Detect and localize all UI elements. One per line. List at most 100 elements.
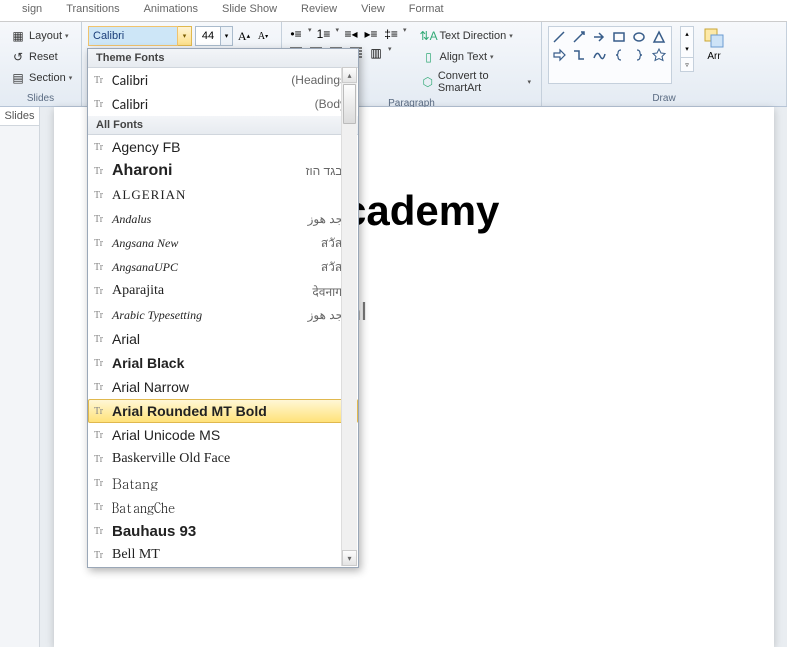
font-option-name: Arial Unicode MS bbox=[112, 427, 350, 443]
font-option-name: Angsana New bbox=[112, 236, 321, 251]
font-option[interactable]: TrArial Narrow bbox=[88, 375, 358, 399]
font-size-combo[interactable]: ▾ bbox=[195, 26, 233, 46]
text-direction-button[interactable]: ⇅A Text Direction ▾ bbox=[417, 26, 535, 46]
font-option[interactable]: TrAparajitaदेवनागरी bbox=[88, 279, 358, 303]
text-direction-label: Text Direction bbox=[440, 30, 507, 42]
scroll-down-icon[interactable]: ▾ bbox=[342, 550, 357, 566]
truetype-icon: Tr bbox=[94, 166, 112, 177]
slides-tab[interactable]: Slides bbox=[0, 107, 39, 126]
truetype-icon: Tr bbox=[94, 286, 112, 297]
font-name-dropdown-button[interactable]: ▾ bbox=[178, 26, 192, 46]
font-option-name: Arial bbox=[112, 331, 350, 347]
group-label-slides: Slides bbox=[6, 91, 75, 104]
bullets-icon[interactable]: •≡ bbox=[288, 26, 304, 42]
shape-elbow-icon[interactable] bbox=[571, 47, 587, 63]
arrange-button[interactable]: Arr bbox=[702, 26, 726, 62]
truetype-icon: Tr bbox=[94, 262, 112, 273]
shape-triangle-icon[interactable] bbox=[651, 29, 667, 45]
reset-icon: ↺ bbox=[10, 49, 26, 65]
truetype-icon: Tr bbox=[94, 478, 112, 489]
font-option[interactable]: TrAngsanaUPCสวัสดี bbox=[88, 255, 358, 279]
font-option[interactable]: TrAndalusأبجد هوز bbox=[88, 207, 358, 231]
arrange-icon bbox=[702, 26, 726, 50]
shape-rect-icon[interactable] bbox=[611, 29, 627, 45]
tab-sign[interactable]: sign bbox=[10, 0, 54, 21]
shape-oval-icon[interactable] bbox=[631, 29, 647, 45]
arrange-label: Arr bbox=[707, 51, 720, 62]
font-option[interactable]: TrAharoniאבגד הוז bbox=[88, 159, 358, 183]
gallery-up-icon[interactable]: ▴ bbox=[681, 27, 693, 41]
decrease-indent-icon[interactable]: ≡◂ bbox=[343, 26, 359, 42]
layout-label: Layout bbox=[29, 30, 62, 42]
gallery-more-icon[interactable]: ▿ bbox=[681, 57, 693, 71]
truetype-icon: Tr bbox=[94, 550, 112, 561]
reset-label: Reset bbox=[29, 51, 58, 63]
font-option[interactable]: TrBell MT bbox=[88, 543, 358, 567]
font-option-name: Arial Black bbox=[112, 355, 350, 371]
tab-slide-show[interactable]: Slide Show bbox=[210, 0, 289, 21]
shape-line-arrow-icon[interactable] bbox=[571, 29, 587, 45]
reset-button[interactable]: ↺ Reset bbox=[6, 47, 76, 67]
ribbon-tabs: signTransitionsAnimationsSlide ShowRevie… bbox=[0, 0, 787, 22]
font-option-name: Calibri bbox=[112, 96, 315, 113]
font-option[interactable]: TrArial Black bbox=[88, 351, 358, 375]
columns-icon[interactable]: ▥ bbox=[368, 45, 384, 61]
font-option[interactable]: TrArial Rounded MT Bold bbox=[88, 399, 358, 423]
shape-star-icon[interactable] bbox=[651, 47, 667, 63]
truetype-icon: Tr bbox=[94, 214, 112, 225]
numbering-icon[interactable]: 1≡ bbox=[316, 26, 332, 42]
shape-brace-icon[interactable] bbox=[611, 47, 627, 63]
tab-transitions[interactable]: Transitions bbox=[54, 0, 131, 21]
shape-line-icon[interactable] bbox=[551, 29, 567, 45]
font-option[interactable]: TrCalibri(Body) bbox=[88, 92, 358, 116]
font-option[interactable]: TrAgency FB bbox=[88, 135, 358, 159]
line-spacing-icon[interactable]: ‡≡ bbox=[383, 26, 399, 42]
font-option-name: Baskerville Old Face bbox=[112, 451, 350, 467]
font-option-name: Aharoni bbox=[112, 162, 306, 180]
grow-font-icon[interactable]: A▴ bbox=[236, 28, 252, 44]
truetype-icon: Tr bbox=[94, 190, 112, 201]
increase-indent-icon[interactable]: ▸≡ bbox=[363, 26, 379, 42]
truetype-icon: Tr bbox=[94, 406, 112, 417]
font-name-input[interactable] bbox=[88, 26, 178, 46]
font-option[interactable]: TrArial bbox=[88, 327, 358, 351]
font-option[interactable]: TrAngsana Newสวัสดี bbox=[88, 231, 358, 255]
font-option-name: Batang bbox=[112, 473, 350, 493]
font-option[interactable]: TrBatang bbox=[88, 471, 358, 495]
shape-curve-icon[interactable] bbox=[591, 47, 607, 63]
font-dropdown-scrollbar[interactable]: ▴ ▾ bbox=[341, 67, 357, 566]
font-option-name: ALGERIAN bbox=[112, 187, 350, 203]
convert-smartart-button[interactable]: ⬡ Convert to SmartArt ▾ bbox=[417, 68, 535, 96]
font-option[interactable]: TrBauhaus 93 bbox=[88, 519, 358, 543]
font-option[interactable]: TrArial Unicode MS bbox=[88, 423, 358, 447]
section-button[interactable]: ▤ Section ▾ bbox=[6, 68, 76, 88]
tab-animations[interactable]: Animations bbox=[132, 0, 210, 21]
tab-view[interactable]: View bbox=[349, 0, 397, 21]
layout-button[interactable]: ▦ Layout ▾ bbox=[6, 26, 76, 46]
truetype-icon: Tr bbox=[94, 75, 112, 86]
group-label-drawing: Draw bbox=[548, 91, 780, 104]
text-direction-icon: ⇅A bbox=[421, 28, 437, 44]
font-name-combo[interactable]: ▾ bbox=[88, 26, 192, 46]
font-option[interactable]: TrArabic Typesettingأبجد هوز bbox=[88, 303, 358, 327]
font-option-name: Arabic Typesetting bbox=[112, 308, 308, 323]
font-size-dropdown-button[interactable]: ▾ bbox=[221, 26, 233, 46]
align-text-button[interactable]: ▯ Align Text ▾ bbox=[417, 47, 535, 67]
scroll-thumb[interactable] bbox=[343, 84, 356, 124]
font-option-name: Arial Rounded MT Bold bbox=[112, 403, 350, 419]
tab-format[interactable]: Format bbox=[397, 0, 456, 21]
align-text-label: Align Text bbox=[440, 51, 488, 63]
font-option[interactable]: TrCalibri(Headings) bbox=[88, 68, 358, 92]
font-option[interactable]: TrBaskerville Old Face bbox=[88, 447, 358, 471]
tab-review[interactable]: Review bbox=[289, 0, 349, 21]
shape-arrow-icon[interactable] bbox=[591, 29, 607, 45]
scroll-up-icon[interactable]: ▴ bbox=[342, 67, 357, 83]
shape-brace2-icon[interactable] bbox=[631, 47, 647, 63]
font-option[interactable]: TrALGERIAN bbox=[88, 183, 358, 207]
font-option[interactable]: TrBatangChe bbox=[88, 495, 358, 519]
gallery-down-icon[interactable]: ▾ bbox=[681, 42, 693, 56]
shape-block-arrow-icon[interactable] bbox=[551, 47, 567, 63]
font-size-input[interactable] bbox=[195, 26, 221, 46]
shrink-font-icon[interactable]: A▾ bbox=[255, 28, 271, 44]
shapes-gallery[interactable] bbox=[548, 26, 672, 84]
